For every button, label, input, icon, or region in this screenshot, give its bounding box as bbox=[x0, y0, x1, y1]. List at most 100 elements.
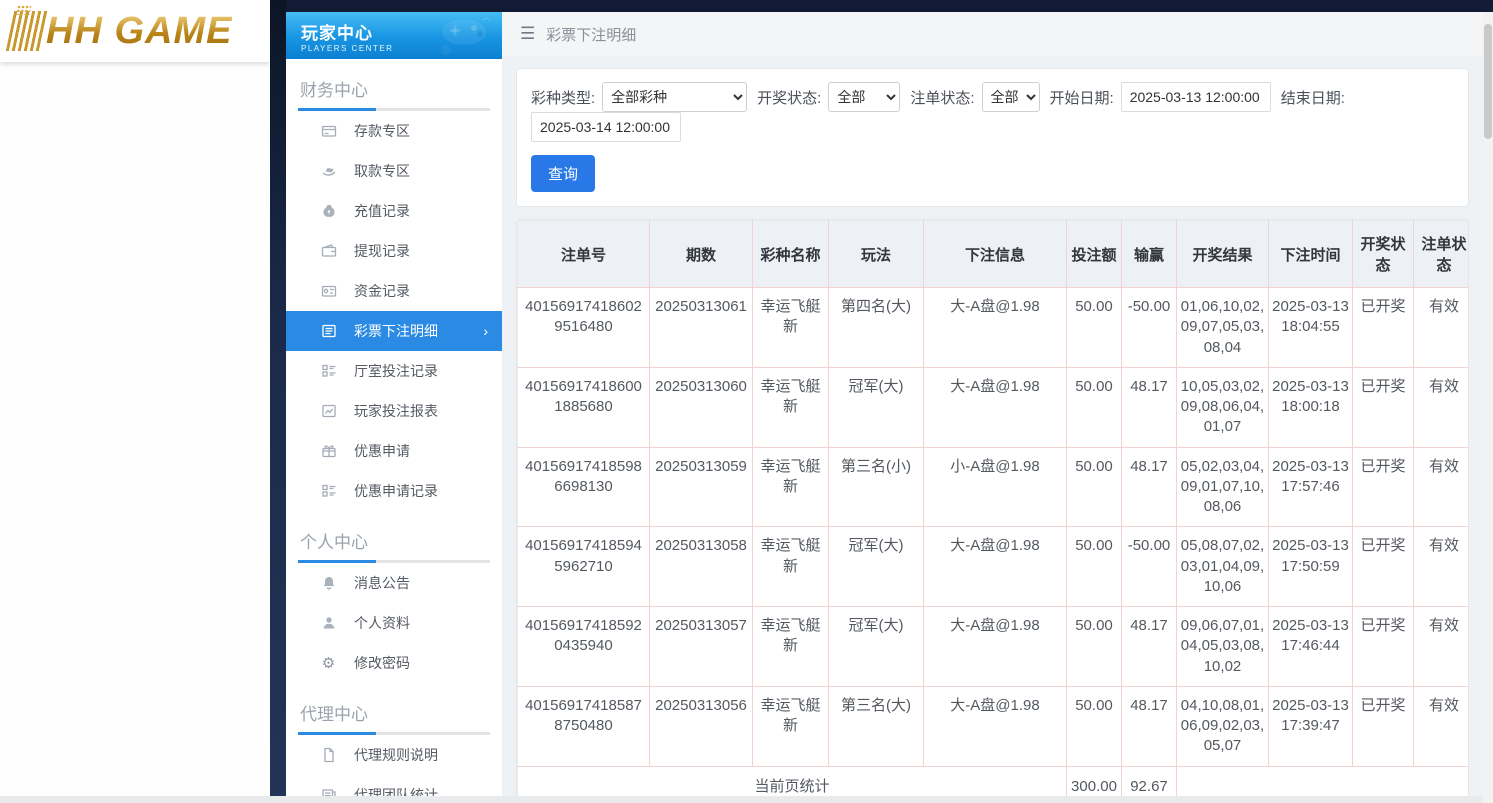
cell-draw-result: 04,10,08,01,06,09,02,03,05,07 bbox=[1177, 686, 1269, 766]
start-date-label: 开始日期: bbox=[1050, 87, 1114, 108]
search-button[interactable]: 查询 bbox=[531, 155, 595, 192]
cell-bet-info: 大-A盘@1.98 bbox=[924, 686, 1067, 766]
col-header: 玩法 bbox=[829, 221, 924, 288]
lottery-type-label: 彩种类型: bbox=[531, 87, 595, 108]
section-title-finance: 财务中心 bbox=[286, 59, 502, 108]
sidebar-item-label: 玩家投注报表 bbox=[354, 401, 438, 421]
table-row: 401569174185920435940 20250313057 幸运飞艇新 … bbox=[518, 607, 1470, 687]
sidebar-item-label: 优惠申请记录 bbox=[354, 481, 438, 501]
table-row: 401569174185878750480 20250313056 幸运飞艇新 … bbox=[518, 686, 1470, 766]
main-content: ☰ 彩票下注明细 彩种类型: 全部彩种 开奖状态: 全部 注单状态: 全部 开始… bbox=[502, 12, 1483, 803]
order-status-select[interactable]: 全部 bbox=[982, 82, 1040, 112]
cell-play-type: 冠军(大) bbox=[829, 607, 924, 687]
start-date-input[interactable] bbox=[1121, 82, 1271, 112]
scrollbar-thumb[interactable] bbox=[1484, 24, 1492, 139]
section-title-agent: 代理中心 bbox=[286, 683, 502, 732]
filter-panel: 彩种类型: 全部彩种 开奖状态: 全部 注单状态: 全部 开始日期: 结束日期:… bbox=[516, 68, 1469, 207]
sidebar-item-agent-rules[interactable]: 代理规则说明 bbox=[286, 735, 502, 775]
cell-win-loss: -50.00 bbox=[1122, 288, 1177, 368]
cell-lottery-name: 幸运飞艇新 bbox=[753, 527, 829, 607]
sidebar-item-label: 提现记录 bbox=[354, 241, 410, 261]
cell-period: 20250313059 bbox=[650, 447, 753, 527]
sidebar-item-label: 厅室投注记录 bbox=[354, 361, 438, 381]
vertical-scrollbar[interactable] bbox=[1483, 12, 1493, 803]
cell-period: 20250313060 bbox=[650, 367, 753, 447]
col-header: 下注时间 bbox=[1269, 221, 1353, 288]
cell-order-status: 有效 bbox=[1414, 527, 1470, 607]
cell-lottery-name: 幸运飞艇新 bbox=[753, 607, 829, 687]
cell-play-type: 冠军(大) bbox=[829, 367, 924, 447]
chart-report-icon bbox=[320, 403, 337, 420]
sidebar-item-label: 资金记录 bbox=[354, 281, 410, 301]
sidebar-item-player-bet-report[interactable]: 玩家投注报表 bbox=[286, 391, 502, 431]
cell-draw-status: 已开奖 bbox=[1353, 447, 1414, 527]
sidebar-item-deposit-zone[interactable]: 存款专区 bbox=[286, 111, 502, 151]
sidebar-item-message-notice[interactable]: 消息公告 bbox=[286, 563, 502, 603]
cell-bet-info: 大-A盘@1.98 bbox=[924, 288, 1067, 368]
cell-draw-status: 已开奖 bbox=[1353, 607, 1414, 687]
cell-period: 20250313061 bbox=[650, 288, 753, 368]
cell-order-no: 401569174186001885680 bbox=[518, 367, 650, 447]
col-header: 开奖状态 bbox=[1353, 221, 1414, 288]
cell-bet-amount: 50.00 bbox=[1067, 447, 1122, 527]
cell-bet-time: 2025-03-13 17:46:44 bbox=[1269, 607, 1353, 687]
document-icon bbox=[320, 747, 337, 764]
col-header: 下注信息 bbox=[924, 221, 1067, 288]
sidebar-item-personal-profile[interactable]: 个人资料 bbox=[286, 603, 502, 643]
hand-money-icon bbox=[320, 163, 337, 180]
cell-order-status: 有效 bbox=[1414, 686, 1470, 766]
sidebar-item-recharge-record[interactable]: 充值记录 bbox=[286, 191, 502, 231]
cell-bet-info: 大-A盘@1.98 bbox=[924, 367, 1067, 447]
cell-order-no: 401569174185920435940 bbox=[518, 607, 650, 687]
col-header: 开奖结果 bbox=[1177, 221, 1269, 288]
cell-lottery-name: 幸运飞艇新 bbox=[753, 447, 829, 527]
logo-box: HH GAME bbox=[0, 0, 270, 62]
cell-bet-amount: 50.00 bbox=[1067, 527, 1122, 607]
hamburger-menu-icon[interactable]: ☰ bbox=[520, 24, 535, 44]
cell-order-no: 401569174186029516480 bbox=[518, 288, 650, 368]
cell-win-loss: -50.00 bbox=[1122, 527, 1177, 607]
cell-order-status: 有效 bbox=[1414, 367, 1470, 447]
grid-list-icon bbox=[320, 363, 337, 380]
sidebar-item-change-password[interactable]: ⚙ 修改密码 bbox=[286, 643, 502, 683]
table-header-row: 注单号 期数 彩种名称 玩法 下注信息 投注额 输赢 开奖结果 下注时间 开奖状… bbox=[518, 221, 1470, 288]
dark-vertical-strip bbox=[270, 0, 286, 803]
dark-top-bar bbox=[286, 0, 1493, 12]
sidebar-item-room-bet-record[interactable]: 厅室投注记录 bbox=[286, 351, 502, 391]
table-row: 401569174185986698130 20250313059 幸运飞艇新 … bbox=[518, 447, 1470, 527]
col-header: 注单号 bbox=[518, 221, 650, 288]
bet-detail-table-panel: 注单号 期数 彩种名称 玩法 下注信息 投注额 输赢 开奖结果 下注时间 开奖状… bbox=[516, 219, 1469, 803]
draw-status-select[interactable]: 全部 bbox=[828, 82, 900, 112]
brand-logo: HH GAME bbox=[46, 10, 232, 53]
sidebar-item-funds-record[interactable]: 资金记录 bbox=[286, 271, 502, 311]
cell-period: 20250313058 bbox=[650, 527, 753, 607]
sidebar-item-label: 优惠申请 bbox=[354, 441, 410, 461]
bottom-strip bbox=[0, 796, 1483, 803]
money-record-icon bbox=[320, 283, 337, 300]
col-header: 彩种名称 bbox=[753, 221, 829, 288]
cell-win-loss: 48.17 bbox=[1122, 686, 1177, 766]
section-underline bbox=[298, 732, 490, 735]
cell-bet-info: 大-A盘@1.98 bbox=[924, 607, 1067, 687]
sidebar-item-promo-apply[interactable]: 优惠申请 bbox=[286, 431, 502, 471]
end-date-input[interactable] bbox=[531, 112, 681, 142]
sidebar-item-lottery-bet-detail[interactable]: 彩票下注明细 › bbox=[286, 311, 502, 351]
lottery-type-select[interactable]: 全部彩种 bbox=[602, 82, 747, 112]
chevron-right-icon: › bbox=[483, 323, 488, 339]
page-title: 彩票下注明细 bbox=[546, 24, 636, 45]
cell-bet-amount: 50.00 bbox=[1067, 288, 1122, 368]
sidebar-item-label: 取款专区 bbox=[354, 161, 410, 181]
sidebar-item-withdraw-record[interactable]: 提现记录 bbox=[286, 231, 502, 271]
cell-play-type: 第三名(大) bbox=[829, 686, 924, 766]
cell-draw-result: 05,02,03,04,09,01,07,10,08,06 bbox=[1177, 447, 1269, 527]
sidebar-item-withdraw-zone[interactable]: 取款专区 bbox=[286, 151, 502, 191]
cell-draw-result: 10,05,03,02,09,08,06,04,01,07 bbox=[1177, 367, 1269, 447]
cell-draw-result: 05,08,07,02,03,01,04,09,10,06 bbox=[1177, 527, 1269, 607]
grid-list-icon bbox=[320, 483, 337, 500]
sidebar-item-promo-apply-record[interactable]: 优惠申请记录 bbox=[286, 471, 502, 511]
draw-status-label: 开奖状态: bbox=[757, 87, 821, 108]
sidebar-item-label: 个人资料 bbox=[354, 613, 410, 633]
cell-win-loss: 48.17 bbox=[1122, 367, 1177, 447]
sidebar-header: 玩家中心 PLAYERS CENTER bbox=[286, 12, 502, 59]
cell-bet-amount: 50.00 bbox=[1067, 686, 1122, 766]
